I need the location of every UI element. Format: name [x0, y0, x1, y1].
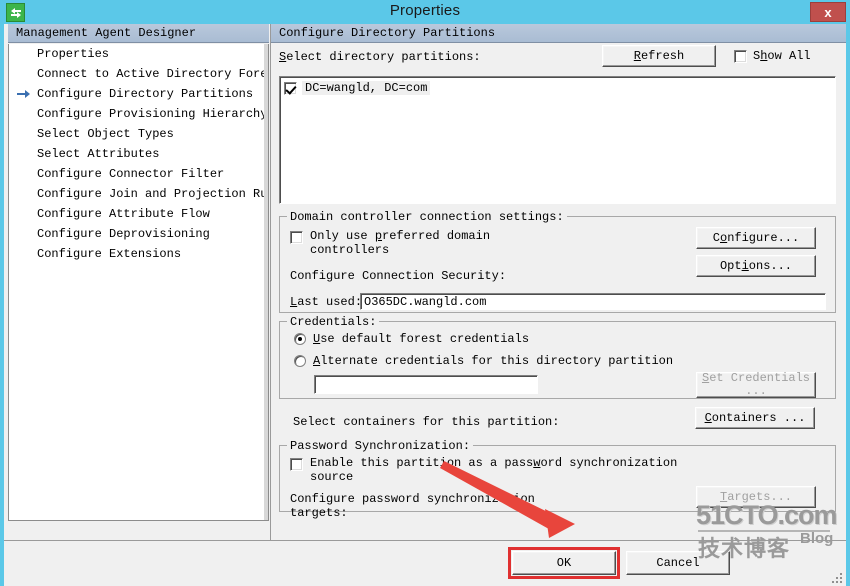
only-preferred-dc-row[interactable]: Only use preferred domain controllers — [290, 229, 490, 257]
password-sync-targets-button-label: Targets... — [719, 489, 792, 504]
sidebar-item-label: Configure Deprovisioning — [37, 227, 210, 241]
sidebar-item-configure-deprovisioning[interactable]: Configure Deprovisioning — [9, 224, 268, 244]
cancel-button-label: Cancel — [656, 555, 700, 570]
alternate-credentials-field[interactable] — [314, 375, 538, 394]
configure-dc-button[interactable]: Configure... — [696, 227, 816, 249]
navigation-list[interactable]: Properties Connect to Active Directory Fo… — [8, 44, 269, 521]
password-sync-group-caption: Password Synchronization: — [287, 439, 474, 453]
close-icon[interactable]: x — [810, 2, 846, 22]
set-credentials-button-label-line2: ... — [745, 384, 767, 398]
sidebar-item-configure-join-and-projection-rules[interactable]: Configure Join and Projection Rules — [9, 184, 268, 204]
enable-password-sync-checkbox[interactable] — [290, 458, 303, 471]
show-all-checkbox[interactable] — [734, 49, 747, 63]
sidebar-item-label: Configure Join and Projection Rules — [37, 187, 269, 201]
partition-label: DC=wangld, DC=com — [302, 81, 431, 95]
select-partitions-label-text: elect directory partitions: — [286, 50, 481, 64]
properties-dialog: Properties x Management Agent Designer P… — [0, 0, 850, 586]
title-bar: Properties x — [0, 0, 850, 24]
password-sync-targets-button: Targets... — [696, 486, 816, 508]
use-default-credentials-label: Use default forest credentials — [313, 332, 530, 346]
sidebar-item-label: Configure Extensions — [37, 247, 182, 261]
alternate-credentials-label: Alternate credentials for this directory… — [313, 354, 674, 368]
sidebar-item-configure-directory-partitions[interactable]: Configure Directory Partitions — [9, 84, 268, 104]
sidebar-item-label: Configure Connector Filter — [37, 167, 225, 181]
ok-button[interactable]: OK — [512, 551, 616, 575]
sidebar-item-configure-provisioning-hierarchy[interactable]: Configure Provisioning Hierarchy — [9, 104, 268, 124]
navigation-scrollbar[interactable] — [264, 44, 268, 520]
enable-password-sync-label-line1: Enable this partition as a password sync… — [310, 456, 678, 470]
alternate-credentials-radio[interactable] — [294, 355, 306, 367]
sidebar-item-label: Configure Directory Partitions — [37, 87, 254, 101]
credentials-group-caption: Credentials: — [287, 315, 380, 329]
show-all-checkbox-row[interactable]: Show All — [734, 49, 811, 63]
refresh-button-label: Refresh — [633, 48, 685, 63]
sidebar-item-configure-extensions[interactable]: Configure Extensions — [9, 244, 268, 264]
refresh-button[interactable]: Refresh — [602, 45, 716, 67]
list-item[interactable]: DC=wangld, DC=com — [280, 77, 835, 95]
sidebar-item-configure-connector-filter[interactable]: Configure Connector Filter — [9, 164, 268, 184]
content-header: Configure Directory Partitions — [271, 24, 846, 43]
navigation-pane: Management Agent Designer Properties Conn… — [4, 24, 269, 540]
use-default-credentials-row[interactable]: Use default forest credentials — [294, 332, 529, 346]
containers-button[interactable]: Containers ... — [695, 407, 815, 429]
cancel-button[interactable]: Cancel — [626, 551, 730, 575]
show-all-label: Show All — [753, 49, 811, 63]
resize-grip-icon[interactable] — [830, 571, 844, 585]
sidebar-item-select-object-types[interactable]: Select Object Types — [9, 124, 268, 144]
enable-password-sync-label-line2: source — [310, 470, 354, 484]
page-title: Properties — [389, 2, 461, 19]
sidebar-item-label: Select Attributes — [37, 147, 160, 161]
connection-security-label: Configure Connection Security: — [290, 269, 507, 283]
use-default-credentials-radio[interactable] — [294, 333, 306, 345]
domain-controller-group-caption: Domain controller connection settings: — [287, 210, 567, 224]
sidebar-item-select-attributes[interactable]: Select Attributes — [9, 144, 268, 164]
configure-dc-button-label: Configure... — [712, 230, 800, 245]
configure-password-sync-targets-label: Configure password synchronization targe… — [290, 492, 535, 520]
content-pane: Configure Directory Partitions Select di… — [270, 24, 846, 540]
alternate-credentials-row[interactable]: Alternate credentials for this directory… — [294, 354, 673, 368]
select-partitions-label: Select directory partitions: — [279, 50, 481, 64]
credentials-group: Credentials: Use default forest credenti… — [279, 315, 836, 399]
partition-checkbox[interactable] — [284, 81, 297, 95]
sidebar-item-configure-attribute-flow[interactable]: Configure Attribute Flow — [9, 204, 268, 224]
last-used-field[interactable]: O365DC.wangld.com — [360, 293, 826, 310]
options-button-label: Options... — [719, 258, 793, 273]
configure-targets-line2: targets: — [290, 506, 348, 520]
navigation-header: Management Agent Designer — [8, 24, 269, 43]
sidebar-item-label: Configure Attribute Flow — [37, 207, 210, 221]
options-button[interactable]: Options... — [696, 255, 816, 277]
containers-button-label: Containers ... — [704, 410, 806, 425]
sidebar-item-label: Select Object Types — [37, 127, 174, 141]
dialog-button-bar: OK Cancel — [4, 540, 846, 586]
sidebar-item-properties[interactable]: Properties — [9, 44, 268, 64]
domain-controller-group: Domain controller connection settings: O… — [279, 210, 836, 313]
current-step-arrow-icon — [17, 90, 30, 98]
sidebar-item-label: Configure Provisioning Hierarchy — [37, 107, 268, 121]
only-preferred-dc-label-line2: controllers — [310, 243, 390, 257]
sidebar-item-label: Connect to Active Directory Forest — [37, 67, 269, 81]
dialog-client-area: Management Agent Designer Properties Conn… — [4, 24, 846, 586]
set-credentials-button: Set Credentials ... — [696, 372, 816, 398]
sidebar-item-connect-to-active-directory-forest[interactable]: Connect to Active Directory Forest — [9, 64, 268, 84]
sidebar-item-label: Properties — [37, 47, 110, 61]
select-containers-label: Select containers for this partition: — [293, 415, 560, 429]
last-used-label: Last used: — [290, 295, 363, 309]
enable-password-sync-row[interactable]: Enable this partition as a password sync… — [290, 456, 677, 484]
configure-targets-line1: Configure password synchronization — [290, 492, 535, 506]
ok-button-label: OK — [556, 555, 572, 570]
password-sync-group: Password Synchronization: Enable this pa… — [279, 439, 836, 520]
only-preferred-dc-checkbox[interactable] — [290, 231, 303, 244]
only-preferred-dc-label-line1: Only use preferred domain — [310, 229, 491, 243]
directory-partitions-list[interactable]: DC=wangld, DC=com — [279, 76, 836, 204]
